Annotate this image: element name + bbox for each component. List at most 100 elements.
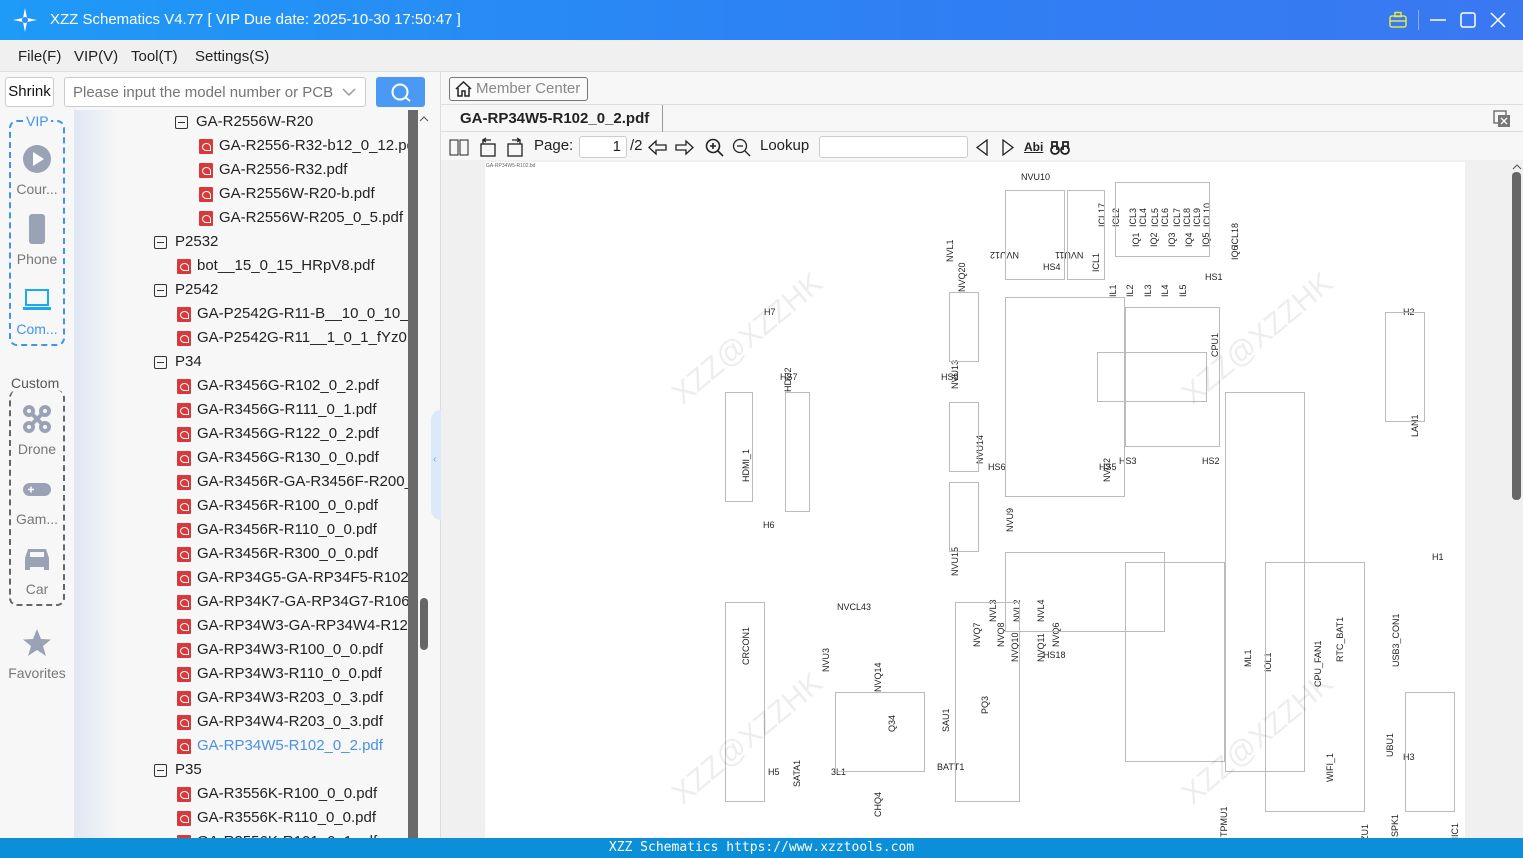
nav-phone[interactable]: Phone (6, 214, 68, 267)
collapse-icon[interactable] (154, 235, 167, 249)
shrink-button[interactable]: Shrink (5, 77, 54, 107)
tree-item-label: bot__15_0_15_HRpV8.pdf (197, 257, 375, 274)
tree-file[interactable]: GA-R3456R-R110_0_0.pdf (177, 518, 377, 542)
nav-car[interactable]: Car (6, 544, 68, 597)
binoculars-icon[interactable] (1050, 138, 1070, 156)
minimize-icon[interactable] (1430, 12, 1446, 28)
component-label: NVCL43 (837, 602, 872, 612)
tree-folder[interactable]: P35 (154, 758, 202, 782)
zoom-out-icon[interactable] (732, 138, 751, 157)
schematic-page[interactable]: GA-RP34W5-R102.bd NVU10 NVL1 NVQ20 NVU12 NVU… (485, 162, 1465, 838)
collapse-panel-button[interactable]: ‹ (431, 410, 441, 520)
nav-courses[interactable]: Cour... (6, 144, 68, 197)
nav-drone[interactable]: Drone (6, 404, 68, 457)
scroll-up-icon[interactable] (1512, 163, 1522, 171)
rotate-right-icon[interactable] (505, 137, 525, 157)
component-label: IQ6 (1230, 245, 1240, 260)
find-next-icon[interactable] (1001, 139, 1015, 156)
doc-scrollbar[interactable] (1511, 160, 1523, 838)
maximize-icon[interactable] (1460, 12, 1476, 28)
pdf-icon (177, 594, 191, 610)
tree-file[interactable]: GA-R3456G-R111_0_1.pdf (177, 398, 377, 422)
collapse-icon[interactable] (154, 763, 167, 777)
tree-file[interactable]: GA-R3456G-R130_0_0.pdf (177, 446, 379, 470)
splitter[interactable]: ‹ (430, 72, 441, 838)
tree-file[interactable]: GA-R3456G-R102_0_2.pdf (177, 374, 379, 398)
collapse-icon[interactable] (154, 283, 167, 297)
tree-item-label: P34 (175, 353, 202, 370)
component-label: IL1 (1108, 284, 1118, 297)
tree-file[interactable]: GA-R3456R-R300_0_0.pdf (177, 542, 378, 566)
search-input[interactable] (64, 77, 366, 107)
tree-file[interactable]: GA-R3556K-R100_0_0.pdf (177, 782, 377, 806)
tree-file[interactable]: GA-RP34W3-R100_0_0.pdf (177, 638, 383, 662)
nav-game[interactable]: Gam... (6, 474, 68, 527)
tree-folder[interactable]: P2542 (154, 278, 218, 302)
tree-folder[interactable]: P34 (154, 350, 202, 374)
tree-folder[interactable]: GA-R2556W-R20 (175, 110, 313, 134)
menu-tool[interactable]: Tool(T) (131, 48, 178, 65)
tree-file[interactable]: GA-P2542G-R11__1_0_1_fYz01.pdf (177, 326, 408, 350)
zoom-in-icon[interactable] (705, 138, 724, 157)
document-viewer[interactable]: GA-RP34W5-R102.bd NVU10 NVL1 NVQ20 NVU12 NVU… (441, 160, 1511, 838)
chevron-down-icon[interactable] (342, 87, 356, 97)
tree-item-label: GA-R3556K-R110_0_0.pdf (197, 809, 377, 826)
tree-file[interactable]: GA-R3456G-R122_0_2.pdf (177, 422, 379, 446)
nav-label: Cour... (16, 181, 58, 197)
component-outline (1385, 312, 1425, 422)
close-tab-icon[interactable] (1493, 110, 1511, 128)
tree-file[interactable]: GA-R3556K-R110_0_0.pdf (177, 806, 376, 830)
pdf-icon (177, 258, 191, 274)
rotate-left-icon[interactable] (479, 137, 499, 157)
component-label: HP_MIC1 (1450, 823, 1460, 838)
tree-item-label: GA-R3456R-R100_0_0.pdf (197, 497, 378, 514)
nav-favorites[interactable]: Favorites (0, 628, 74, 681)
member-center-button[interactable]: Member Center (449, 77, 588, 101)
briefcase-icon[interactable] (1388, 11, 1408, 29)
tree-file[interactable]: GA-RP34W3-R110_0_0.pdf (177, 662, 382, 686)
tree-file[interactable]: GA-P2542G-R11-B__10_0_10_V1 (177, 302, 408, 326)
collapse-icon[interactable] (154, 355, 167, 369)
tree-folder[interactable]: P2532 (154, 230, 218, 254)
menu-settings[interactable]: Settings(S) (195, 48, 269, 65)
tree-file[interactable]: GA-R2556W-R20-b.pdf (199, 182, 375, 206)
tree-file[interactable]: GA-R3556K-R101_0_1.pdf (177, 830, 377, 838)
next-page-icon[interactable] (674, 139, 694, 156)
tree-item-label: GA-R3456G-R111_0_1.pdf (197, 401, 377, 418)
scroll-up-icon[interactable] (419, 115, 429, 123)
tree-file[interactable]: GA-RP34W5-R102_0_2.pdf (177, 734, 383, 758)
tree-item-label: P2542 (175, 281, 219, 298)
tree-file[interactable]: GA-RP34G5-GA-RP34F5-R102_0_2.pdf (177, 566, 408, 590)
tree-scrollbar[interactable] (418, 110, 430, 838)
tree-file[interactable]: bot__15_0_15_HRpV8.pdf (177, 254, 375, 278)
doc-scroll-thumb[interactable] (1512, 172, 1521, 500)
find-prev-icon[interactable] (975, 139, 989, 156)
page-label: Page: (534, 137, 574, 154)
menu-vip[interactable]: VIP(V) (74, 48, 118, 65)
tree-file[interactable]: GA-R2556-R32.pdf (199, 158, 347, 182)
lookup-input[interactable] (819, 136, 968, 158)
component-label: NVU10 (1021, 172, 1051, 182)
search-button[interactable] (376, 77, 425, 107)
tree-item-label: GA-RP34W3-R100_0_0.pdf (197, 641, 383, 658)
tree-file[interactable]: GA-RP34W3-GA-RP34W4-R120_0_0.pdf (177, 614, 408, 638)
menu-file[interactable]: File(F) (18, 48, 61, 65)
tab-document[interactable]: GA-RP34W5-R102_0_2.pdf (441, 105, 663, 132)
close-icon[interactable] (1490, 12, 1506, 28)
collapse-icon[interactable] (175, 115, 188, 129)
two-page-icon[interactable] (449, 139, 469, 156)
prev-page-icon[interactable] (648, 139, 668, 156)
home-icon (455, 81, 472, 97)
tree-file[interactable]: GA-RP34K7-GA-RP34G7-R106_0_6.pdf (177, 590, 408, 614)
tree-file[interactable]: GA-R3456R-R100_0_0.pdf (177, 494, 378, 518)
pdf-icon (177, 690, 191, 706)
tree-scroll-thumb[interactable] (420, 598, 428, 650)
tree-file[interactable]: GA-RP34W4-R203_0_3.pdf (177, 710, 383, 734)
tree-file[interactable]: GA-R2556W-R205_0_5.pdf (199, 206, 403, 230)
tree-file[interactable]: GA-R2556-R32-b12_0_12.pdf (199, 134, 408, 158)
tree-file[interactable]: GA-RP34W3-R203_0_3.pdf (177, 686, 383, 710)
page-input[interactable]: 1 (579, 136, 627, 158)
nav-computer[interactable]: Com... (6, 284, 68, 337)
match-case-button[interactable]: Abi (1024, 140, 1043, 154)
tree-file[interactable]: GA-R3456R-GA-R3456F-R200_0_0.pdf (177, 470, 408, 494)
